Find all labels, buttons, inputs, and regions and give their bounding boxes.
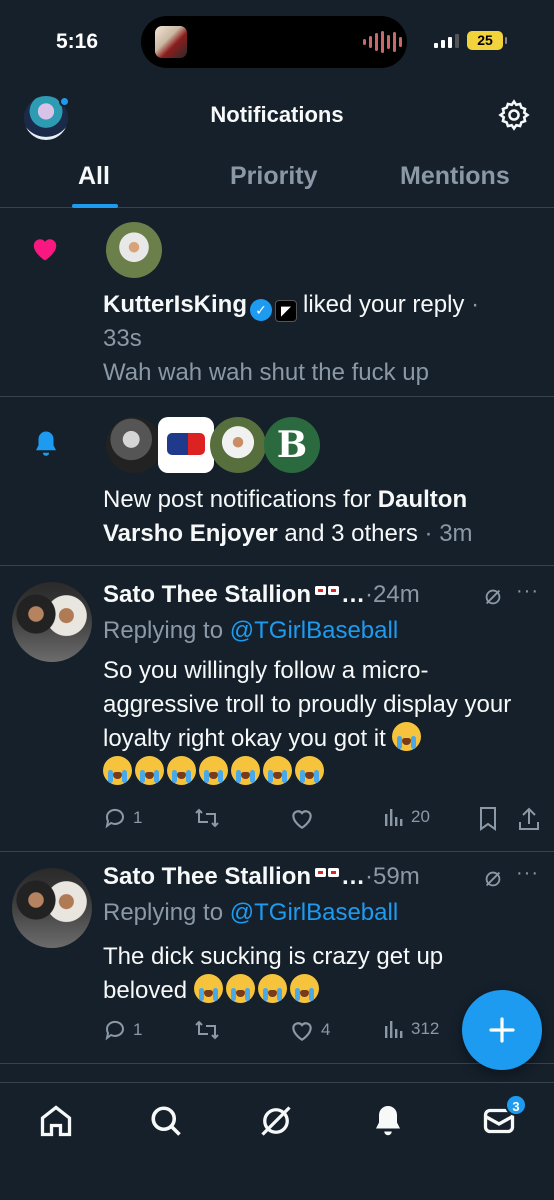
new-post-notification-text: New post notifications for Daulton Varsh… bbox=[103, 486, 473, 547]
notification-tabs: All Priority Mentions bbox=[0, 158, 554, 208]
share-icon[interactable] bbox=[517, 806, 541, 832]
source-avatar-b-logo[interactable]: B bbox=[264, 417, 320, 473]
views-chart-icon bbox=[385, 809, 403, 826]
repost-button[interactable] bbox=[193, 1018, 221, 1042]
tab-mentions[interactable]: Mentions bbox=[400, 162, 510, 191]
reply-notification[interactable]: Sato Thee Stallion …·24m ··· Replying to … bbox=[0, 566, 554, 852]
views-chart-icon bbox=[385, 1021, 403, 1038]
dynamic-island[interactable] bbox=[141, 16, 407, 68]
bottom-navigation bbox=[0, 1082, 554, 1200]
status-time: 5:16 bbox=[56, 30, 99, 53]
crying-face-emoji bbox=[289, 974, 319, 1003]
more-options-icon[interactable]: ··· bbox=[516, 862, 539, 885]
notifications-icon[interactable] bbox=[370, 1103, 406, 1139]
bookmark-icon[interactable] bbox=[477, 806, 499, 832]
crying-face-emoji bbox=[225, 974, 255, 1003]
repost-icon bbox=[195, 1020, 219, 1040]
like-notification[interactable]: KutterIsKing ✓ ◤ liked your reply · 33s Wah… bbox=[0, 208, 554, 397]
liked-reply-snippet: Wah wah wah shut the fuck up bbox=[103, 359, 429, 386]
settings-gear-icon[interactable] bbox=[497, 98, 531, 132]
japan-flags-emoji bbox=[315, 584, 341, 604]
crying-face-emoji bbox=[295, 756, 324, 785]
reply-header: Sato Thee Stallion …·24m bbox=[103, 581, 420, 608]
grok-icon[interactable] bbox=[482, 586, 504, 608]
crying-face-emoji bbox=[193, 974, 223, 1003]
reply-header: Sato Thee Stallion …·59m bbox=[103, 863, 420, 890]
compose-post-button[interactable] bbox=[462, 990, 542, 1070]
author-name[interactable]: Sato Thee Stallion bbox=[103, 581, 311, 608]
heart-icon bbox=[33, 239, 57, 261]
new-post-notification[interactable]: B New post notifications for Daulton Var… bbox=[0, 397, 554, 566]
verified-badge-icon: ✓ bbox=[250, 299, 272, 321]
plus-icon bbox=[489, 1017, 515, 1043]
page-title: Notifications bbox=[210, 102, 344, 127]
grok-icon[interactable] bbox=[482, 868, 504, 890]
more-options-icon[interactable]: ··· bbox=[516, 580, 539, 603]
replying-to-handle[interactable]: @TGirlBaseball bbox=[230, 899, 398, 926]
replying-to: Replying to @TGirlBaseball bbox=[103, 617, 399, 644]
crying-face-emoji bbox=[231, 756, 260, 785]
like-timestamp: 33s bbox=[103, 325, 142, 352]
notifications-header: Notifications All Priority Mentions bbox=[0, 86, 554, 208]
reply-icon bbox=[105, 808, 124, 829]
repost-button[interactable] bbox=[193, 806, 221, 830]
new-post-timestamp: · 3m bbox=[417, 520, 473, 547]
like-notification-text: KutterIsKing ✓ ◤ liked your reply · 33s Wah… bbox=[103, 291, 480, 386]
cellular-signal-icon bbox=[434, 34, 459, 48]
views-button[interactable]: 20 bbox=[383, 806, 430, 828]
status-bar: 5:16 25 bbox=[0, 0, 554, 86]
messages-badge: 3 bbox=[505, 1094, 527, 1116]
source-avatar-1[interactable] bbox=[106, 417, 162, 473]
reply-button[interactable]: 1 bbox=[103, 806, 142, 830]
heart-outline-icon bbox=[292, 810, 312, 830]
audio-waveform-icon bbox=[363, 30, 402, 54]
like-action: liked your reply bbox=[303, 291, 465, 318]
crying-face-emoji bbox=[167, 756, 196, 785]
author-avatar[interactable] bbox=[12, 582, 92, 662]
japan-flags-emoji bbox=[315, 866, 341, 886]
crying-face-emoji bbox=[263, 756, 292, 785]
reply-timestamp: ·59m bbox=[365, 863, 420, 890]
heart-outline-icon bbox=[292, 1022, 312, 1042]
crying-face-emoji bbox=[392, 722, 422, 751]
tab-priority[interactable]: Priority bbox=[230, 162, 318, 191]
now-playing-artwork bbox=[155, 26, 187, 58]
grok-icon[interactable] bbox=[258, 1103, 294, 1139]
user-avatar-kutteriskking[interactable] bbox=[106, 222, 162, 278]
like-button[interactable]: 4 bbox=[289, 1018, 330, 1042]
search-icon[interactable] bbox=[148, 1103, 184, 1139]
crying-face-emoji bbox=[103, 756, 132, 785]
reply-body: The dick sucking is crazy get up beloved bbox=[103, 943, 444, 1004]
source-avatar-3[interactable] bbox=[210, 417, 266, 473]
reply-button[interactable]: 1 bbox=[103, 1018, 142, 1042]
repost-icon bbox=[195, 808, 219, 828]
reply-actions: 1 20 bbox=[103, 806, 543, 836]
affiliate-badge-icon: ◤ bbox=[275, 300, 297, 322]
replying-to: Replying to @TGirlBaseball bbox=[103, 899, 399, 926]
crying-face-emoji bbox=[199, 756, 228, 785]
home-icon[interactable] bbox=[38, 1103, 74, 1139]
bell-icon bbox=[36, 431, 56, 456]
reply-timestamp: ·24m bbox=[365, 581, 420, 608]
author-name[interactable]: Sato Thee Stallion bbox=[103, 863, 311, 890]
battery-indicator: 25 bbox=[467, 31, 507, 50]
reply-icon bbox=[105, 1020, 124, 1041]
tab-all[interactable]: All bbox=[78, 162, 110, 191]
source-avatar-mlb[interactable] bbox=[158, 417, 214, 473]
views-button[interactable]: 312 bbox=[383, 1018, 439, 1040]
reply-body: So you willingly follow a micro-aggressi… bbox=[103, 654, 523, 790]
like-button[interactable] bbox=[289, 806, 315, 830]
liker-name[interactable]: KutterIsKing bbox=[103, 291, 247, 318]
replying-to-handle[interactable]: @TGirlBaseball bbox=[230, 617, 398, 644]
crying-face-emoji bbox=[257, 974, 287, 1003]
author-avatar[interactable] bbox=[12, 868, 92, 948]
crying-face-emoji bbox=[135, 756, 164, 785]
